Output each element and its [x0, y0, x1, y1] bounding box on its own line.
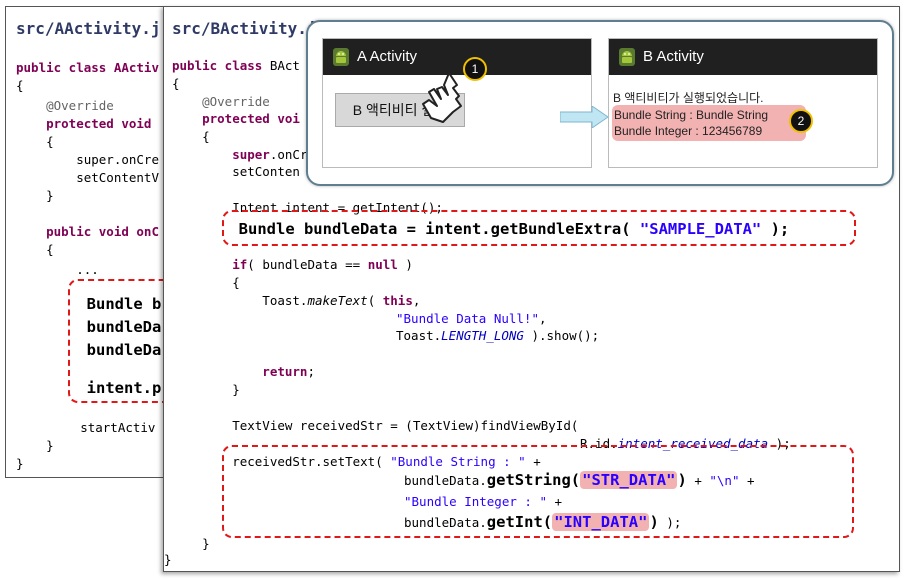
code-line: public class AActiv [16, 60, 159, 75]
code-line: @Override [172, 94, 270, 109]
emulator-preview: A Activity B 액티비티 실행 1 B Activity B 액티비티… [306, 20, 894, 186]
code-line: { [16, 78, 24, 93]
code-line: public void onC [16, 224, 159, 239]
code-line: protected voi [172, 111, 300, 126]
highlight-box-getbundleextra [222, 210, 856, 246]
received-data-text: Bundle String : Bundle String Bundle Int… [614, 107, 768, 139]
code-line: super.onCr [172, 147, 308, 162]
code-line: } [172, 536, 210, 551]
code-line: } [16, 456, 24, 471]
code-line: return; [172, 364, 315, 379]
screen-a-activity: A Activity B 액티비티 실행 1 [322, 38, 592, 168]
code-line: "Bundle Data Null!", [396, 311, 547, 326]
code-line: Toast.makeText( this, [172, 293, 421, 308]
panel-a-code: public class AActiv { @Override protecte… [16, 59, 161, 471]
code-line: { [16, 242, 54, 257]
code-line: } [16, 438, 54, 453]
step-badge: 1 [463, 57, 487, 81]
code-line: protected void [16, 116, 152, 131]
code-line: ... [16, 262, 99, 277]
action-bar: B Activity [609, 39, 877, 75]
bundle-integer-line: Bundle Integer : 123456789 [614, 124, 763, 138]
panel-b-title: src/BActivity.j [172, 19, 317, 38]
bundle-string-line: Bundle String : Bundle String [614, 108, 769, 122]
code-line: setConten [172, 164, 300, 179]
code-line: super.onCre [16, 152, 159, 167]
code-line: } [172, 382, 240, 397]
step-badge: 2 [789, 109, 813, 133]
panel-a-title: src/AActivity.j [16, 19, 161, 38]
screen-a-title: A Activity [357, 48, 418, 65]
code-line: } [164, 552, 172, 567]
android-icon [333, 48, 349, 66]
code-line: } [16, 188, 54, 203]
screen-b-activity: B Activity B 액티비티가 실행되었습니다. Bundle Strin… [608, 38, 878, 168]
code-line: { [172, 76, 180, 91]
code-line: setContentV [16, 170, 159, 185]
arrow-right-icon [560, 106, 609, 128]
activity-message: B 액티비티가 실행되었습니다. [613, 91, 764, 105]
screen-b-title: B Activity [643, 48, 704, 65]
code-line: { [16, 134, 54, 149]
code-line: startActiv [20, 420, 156, 435]
code-line: if( bundleData == null ) [172, 257, 413, 272]
code-line: @Override [16, 98, 114, 113]
code-line: { [172, 275, 240, 290]
android-icon [619, 48, 635, 66]
code-line: { [172, 129, 210, 144]
code-line: public class BAct [172, 58, 300, 73]
highlight-box-settext [222, 445, 854, 538]
code-line: TextView receivedStr = (TextView)findVie… [172, 418, 579, 433]
code-line: Toast.LENGTH_LONG ).show(); [396, 328, 600, 343]
